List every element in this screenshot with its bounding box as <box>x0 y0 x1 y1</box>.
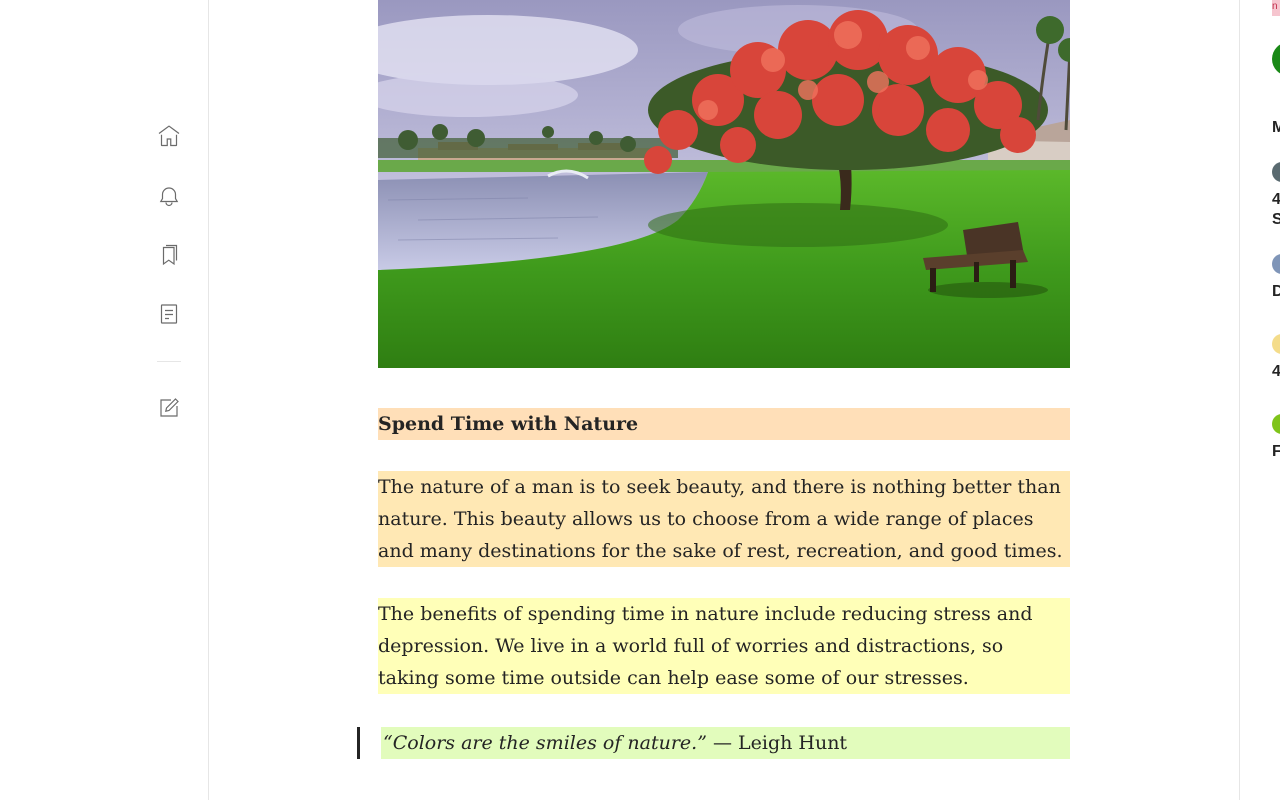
article-image <box>378 0 1070 368</box>
bell-icon[interactable] <box>157 184 181 208</box>
article-subheading: Spend Time with Nature <box>378 408 1070 440</box>
quote-attribution: — Leigh Hunt <box>712 732 848 754</box>
article-paragraph: The nature of a man is to seek beauty, a… <box>378 471 1070 567</box>
list-item-title[interactable]: 4 <box>1272 190 1280 210</box>
sidebar-heading: M <box>1272 118 1280 138</box>
nav-divider <box>157 361 181 362</box>
left-nav-rail <box>0 0 209 800</box>
list-item-title[interactable]: D <box>1272 282 1280 302</box>
quote-text: “Colors are the smiles of nature.” <box>383 732 707 754</box>
list-item-title[interactable]: 4 <box>1272 362 1280 382</box>
right-sidebar: n M 4 S D 4 F <box>1239 0 1280 800</box>
list-item-title[interactable]: F <box>1272 442 1280 462</box>
write-icon[interactable] <box>157 396 181 420</box>
article-paragraph: The benefits of spending time in nature … <box>378 598 1070 694</box>
avatar[interactable] <box>1272 162 1280 182</box>
avatar[interactable] <box>1272 414 1280 434</box>
list-item-title[interactable]: S <box>1272 210 1280 230</box>
member-avatar[interactable] <box>1272 42 1280 76</box>
avatar[interactable] <box>1272 334 1280 354</box>
notification-badge: n <box>1272 0 1280 16</box>
bookmarks-icon[interactable] <box>157 243 181 267</box>
blockquote-bar <box>357 727 360 759</box>
avatar[interactable] <box>1272 254 1280 274</box>
stories-icon[interactable] <box>157 302 181 326</box>
home-icon[interactable] <box>157 124 181 148</box>
blockquote: “Colors are the smiles of nature.” — Lei… <box>381 727 1070 759</box>
